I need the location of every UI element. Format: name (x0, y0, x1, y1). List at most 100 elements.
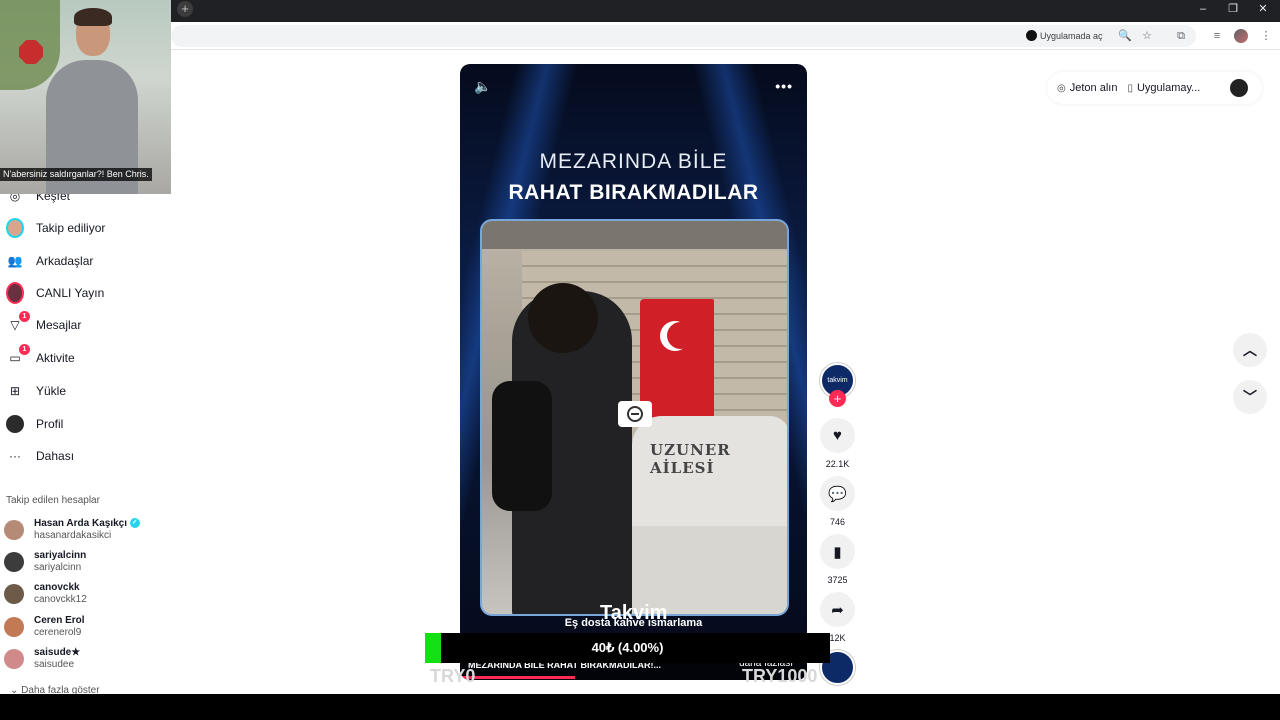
account-name: saisude★ (34, 647, 81, 658)
avatar (4, 617, 24, 637)
account-handle: saisudee (34, 659, 75, 670)
donation-min-label: TRY0 (430, 666, 476, 686)
video-headline-2: RAHAT BIRAKMADILAR (508, 181, 759, 204)
phone-icon: ▯ (1127, 82, 1133, 94)
avatar (4, 552, 24, 572)
account-handle: canovckk12 (34, 594, 87, 605)
profile-avatar-icon (6, 415, 24, 433)
open-in-app-label: Uygulamada aç (1040, 31, 1103, 41)
friends-icon: 👥 (7, 254, 23, 268)
get-app-button[interactable]: ▯ Uygulamay... (1127, 82, 1200, 94)
new-tab-button[interactable]: + (177, 1, 193, 17)
get-app-label: Uygulamay... (1136, 82, 1201, 94)
bookmark-star-icon[interactable]: ☆ (1139, 28, 1155, 44)
following-account[interactable]: canovckk canovckk12 (4, 578, 87, 610)
more-icon: ··· (9, 449, 21, 463)
sidebar-item-label: Dahası (36, 449, 75, 463)
scene-person-head (528, 283, 598, 353)
account-name: Hasan Arda Kaşıkçı (34, 518, 128, 529)
following-account[interactable]: saisude★ saisudee (4, 643, 80, 675)
media-control-icon[interactable]: ≡ (1209, 28, 1225, 44)
minimize-button[interactable]: – (1188, 0, 1218, 18)
video-player[interactable]: 🔈 ••• MEZARINDA BİLE RAHAT BIRAKMADILAR … (460, 64, 807, 680)
following-avatar-icon (6, 218, 24, 238)
next-video-button[interactable]: ﹀ (1233, 380, 1267, 414)
get-coins-label: Jeton alın (1069, 82, 1118, 94)
flag-crescent-cutout (667, 322, 694, 349)
following-account[interactable]: Hasan Arda Kaşıkçı ✓ hasanardakasikci (4, 514, 140, 546)
chevron-up-icon: ︿ (1243, 342, 1257, 358)
like-button[interactable]: ♥ (820, 418, 855, 453)
chevron-down-icon: ﹀ (1243, 389, 1257, 405)
video-progress-bar[interactable] (460, 676, 575, 679)
coin-icon: ◎ (1057, 82, 1066, 94)
donation-goal-bar: 40₺ (4.00%) (425, 633, 830, 663)
screen: + – ❐ ✕ Uygulamada aç 🔍 ☆ ⧉ ≡ ⋮ N'abersi… (0, 0, 1280, 720)
messages-icon: ▽ 1 (6, 311, 30, 334)
browser-profile-avatar[interactable] (1234, 29, 1248, 43)
user-avatar[interactable] (1230, 79, 1248, 97)
previous-video-button[interactable]: ︿ (1233, 333, 1267, 367)
sidebar-item-friends[interactable]: 👥 Arkadaşlar (6, 248, 94, 274)
video-headline-1: MEZARINDA BİLE (539, 150, 728, 173)
sidebar-item-live[interactable]: CANLI Yayın (6, 280, 104, 306)
browser-tabstrip: + – ❐ ✕ (0, 0, 1280, 22)
scene-roof (482, 221, 787, 249)
account-name: sariyalcinn (34, 550, 87, 561)
sidebar-item-label: Profil (36, 417, 64, 431)
open-in-app-chip[interactable]: Uygulamada aç (1024, 28, 1103, 44)
extensions-icon[interactable]: ⧉ (1173, 28, 1189, 44)
volume-icon[interactable]: 🔈 (474, 78, 491, 95)
follow-plus-button[interactable]: + (829, 390, 846, 407)
avatar (4, 649, 24, 669)
sidebar-item-messages[interactable]: ▽ 1 Mesajlar (6, 311, 82, 338)
sidebar-item-following[interactable]: Takip ediliyor (6, 215, 105, 241)
sidebar-item-label: Mesajlar (36, 318, 82, 332)
activity-badge: 1 (19, 344, 30, 355)
account-handle: hasanardakasikci (34, 530, 112, 541)
sidebar-item-label: Arkadaşlar (36, 254, 94, 268)
share-arrow-icon: ➦ (831, 601, 844, 619)
browser-menu-icon[interactable]: ⋮ (1258, 28, 1274, 44)
bookmark-button[interactable]: ▮ (820, 534, 855, 569)
webcam-overlay: N'abersiniz saldırganlar?! Ben Chris. (0, 0, 171, 194)
sidebar-item-upload[interactable]: ⊞ Yükle (6, 378, 66, 404)
tombstone-text: UZUNER AİLESİ (650, 441, 731, 477)
get-coins-button[interactable]: ◎ Jeton alın (1057, 82, 1117, 94)
screen-letterbox (0, 694, 1280, 720)
tiktok-logo-icon (1026, 30, 1037, 41)
maximize-button[interactable]: ❐ (1218, 0, 1248, 18)
following-account[interactable]: Ceren Erol cerenerol9 (4, 611, 85, 643)
comment-icon: 💬 (828, 485, 847, 503)
sidebar-item-label: Takip ediliyor (36, 221, 106, 235)
close-window-button[interactable]: ✕ (1248, 0, 1278, 18)
activity-icon: ▭ 1 (6, 344, 30, 367)
following-accounts-title: Takip edilen hesaplar (6, 495, 100, 506)
bookmark-count: 3725 (827, 575, 848, 585)
messages-badge: 1 (19, 311, 30, 322)
like-count: 22.1K (825, 459, 850, 469)
share-button[interactable]: ➦ (820, 592, 855, 627)
donation-max-label: TRY1000 (742, 666, 818, 686)
account-name: Ceren Erol (34, 615, 85, 626)
comment-count: 746 (829, 517, 846, 527)
webcam-person-hair (74, 8, 112, 26)
zoom-icon[interactable]: 🔍 (1117, 28, 1133, 44)
avatar (4, 584, 24, 604)
webcam-caption: N'abersiniz saldırganlar?! Ben Chris. (0, 168, 152, 181)
comment-button[interactable]: 💬 (820, 476, 855, 511)
live-icon (6, 282, 24, 304)
account-handle: sariyalcinn (34, 562, 82, 573)
following-account[interactable]: sariyalcinn sariyalcinn (4, 546, 86, 578)
bookmark-icon: ▮ (833, 543, 842, 561)
verified-icon: ✓ (129, 518, 140, 529)
more-options-icon[interactable]: ••• (775, 78, 793, 94)
heart-icon: ♥ (833, 427, 842, 444)
sidebar-item-profile[interactable]: Profil (6, 411, 63, 437)
sidebar-item-activity[interactable]: ▭ 1 Aktivite (6, 344, 75, 371)
video-subline: Eş dosta kahve ısmarlama (564, 617, 703, 629)
account-handle: cerenerol9 (34, 627, 82, 638)
donation-amount: 40₺ (4.00%) (591, 640, 664, 655)
avatar (4, 520, 24, 540)
sidebar-item-more[interactable]: ··· Dahası (6, 443, 74, 469)
